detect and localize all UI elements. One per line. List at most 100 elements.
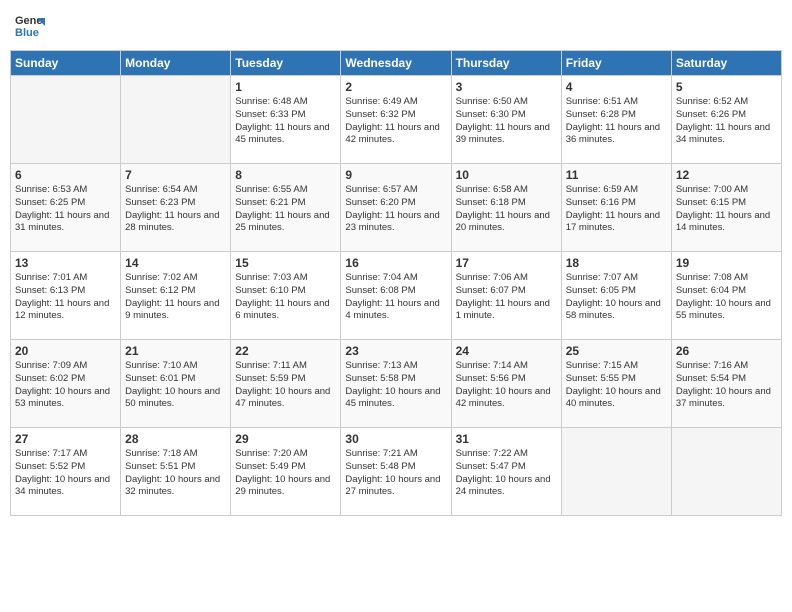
- day-cell: 25 Sunrise: 7:15 AMSunset: 5:55 PMDaylig…: [561, 340, 671, 428]
- day-number: 20: [15, 344, 116, 358]
- col-header-monday: Monday: [121, 51, 231, 76]
- day-info: Sunrise: 6:48 AMSunset: 6:33 PMDaylight:…: [235, 96, 336, 147]
- day-cell: 28 Sunrise: 7:18 AMSunset: 5:51 PMDaylig…: [121, 428, 231, 516]
- day-info: Sunrise: 6:52 AMSunset: 6:26 PMDaylight:…: [676, 96, 777, 147]
- col-header-wednesday: Wednesday: [341, 51, 451, 76]
- day-info: Sunrise: 7:13 AMSunset: 5:58 PMDaylight:…: [345, 360, 446, 411]
- day-info: Sunrise: 6:54 AMSunset: 6:23 PMDaylight:…: [125, 184, 226, 235]
- day-cell: 30 Sunrise: 7:21 AMSunset: 5:48 PMDaylig…: [341, 428, 451, 516]
- day-info: Sunrise: 7:06 AMSunset: 6:07 PMDaylight:…: [456, 272, 557, 323]
- day-cell: 15 Sunrise: 7:03 AMSunset: 6:10 PMDaylig…: [231, 252, 341, 340]
- day-cell: 1 Sunrise: 6:48 AMSunset: 6:33 PMDayligh…: [231, 76, 341, 164]
- day-cell: 16 Sunrise: 7:04 AMSunset: 6:08 PMDaylig…: [341, 252, 451, 340]
- day-cell: [561, 428, 671, 516]
- week-row-5: 27 Sunrise: 7:17 AMSunset: 5:52 PMDaylig…: [11, 428, 782, 516]
- col-header-sunday: Sunday: [11, 51, 121, 76]
- day-cell: [11, 76, 121, 164]
- day-cell: 6 Sunrise: 6:53 AMSunset: 6:25 PMDayligh…: [11, 164, 121, 252]
- logo-icon: General Blue: [15, 10, 45, 40]
- day-cell: 17 Sunrise: 7:06 AMSunset: 6:07 PMDaylig…: [451, 252, 561, 340]
- week-row-3: 13 Sunrise: 7:01 AMSunset: 6:13 PMDaylig…: [11, 252, 782, 340]
- day-number: 12: [676, 168, 777, 182]
- day-number: 26: [676, 344, 777, 358]
- day-info: Sunrise: 6:49 AMSunset: 6:32 PMDaylight:…: [345, 96, 446, 147]
- day-number: 31: [456, 432, 557, 446]
- day-cell: 24 Sunrise: 7:14 AMSunset: 5:56 PMDaylig…: [451, 340, 561, 428]
- calendar-table: SundayMondayTuesdayWednesdayThursdayFrid…: [10, 50, 782, 516]
- week-row-4: 20 Sunrise: 7:09 AMSunset: 6:02 PMDaylig…: [11, 340, 782, 428]
- col-header-saturday: Saturday: [671, 51, 781, 76]
- day-info: Sunrise: 7:03 AMSunset: 6:10 PMDaylight:…: [235, 272, 336, 323]
- day-info: Sunrise: 7:15 AMSunset: 5:55 PMDaylight:…: [566, 360, 667, 411]
- day-number: 2: [345, 80, 446, 94]
- day-cell: 27 Sunrise: 7:17 AMSunset: 5:52 PMDaylig…: [11, 428, 121, 516]
- day-cell: 10 Sunrise: 6:58 AMSunset: 6:18 PMDaylig…: [451, 164, 561, 252]
- day-cell: 14 Sunrise: 7:02 AMSunset: 6:12 PMDaylig…: [121, 252, 231, 340]
- day-cell: 2 Sunrise: 6:49 AMSunset: 6:32 PMDayligh…: [341, 76, 451, 164]
- day-cell: 12 Sunrise: 7:00 AMSunset: 6:15 PMDaylig…: [671, 164, 781, 252]
- day-number: 9: [345, 168, 446, 182]
- page-header: General Blue: [10, 10, 782, 40]
- day-number: 29: [235, 432, 336, 446]
- day-number: 11: [566, 168, 667, 182]
- day-info: Sunrise: 7:18 AMSunset: 5:51 PMDaylight:…: [125, 448, 226, 499]
- day-number: 1: [235, 80, 336, 94]
- day-cell: 9 Sunrise: 6:57 AMSunset: 6:20 PMDayligh…: [341, 164, 451, 252]
- week-row-1: 1 Sunrise: 6:48 AMSunset: 6:33 PMDayligh…: [11, 76, 782, 164]
- day-number: 30: [345, 432, 446, 446]
- day-number: 8: [235, 168, 336, 182]
- day-info: Sunrise: 6:50 AMSunset: 6:30 PMDaylight:…: [456, 96, 557, 147]
- day-info: Sunrise: 7:21 AMSunset: 5:48 PMDaylight:…: [345, 448, 446, 499]
- day-cell: 11 Sunrise: 6:59 AMSunset: 6:16 PMDaylig…: [561, 164, 671, 252]
- day-info: Sunrise: 7:04 AMSunset: 6:08 PMDaylight:…: [345, 272, 446, 323]
- day-cell: 22 Sunrise: 7:11 AMSunset: 5:59 PMDaylig…: [231, 340, 341, 428]
- day-number: 3: [456, 80, 557, 94]
- col-header-thursday: Thursday: [451, 51, 561, 76]
- logo: General Blue: [15, 10, 49, 40]
- day-info: Sunrise: 6:59 AMSunset: 6:16 PMDaylight:…: [566, 184, 667, 235]
- day-number: 19: [676, 256, 777, 270]
- day-info: Sunrise: 7:07 AMSunset: 6:05 PMDaylight:…: [566, 272, 667, 323]
- day-cell: 31 Sunrise: 7:22 AMSunset: 5:47 PMDaylig…: [451, 428, 561, 516]
- day-number: 4: [566, 80, 667, 94]
- day-cell: 18 Sunrise: 7:07 AMSunset: 6:05 PMDaylig…: [561, 252, 671, 340]
- day-number: 18: [566, 256, 667, 270]
- day-info: Sunrise: 6:53 AMSunset: 6:25 PMDaylight:…: [15, 184, 116, 235]
- day-info: Sunrise: 7:14 AMSunset: 5:56 PMDaylight:…: [456, 360, 557, 411]
- day-cell: 20 Sunrise: 7:09 AMSunset: 6:02 PMDaylig…: [11, 340, 121, 428]
- col-header-friday: Friday: [561, 51, 671, 76]
- day-cell: 23 Sunrise: 7:13 AMSunset: 5:58 PMDaylig…: [341, 340, 451, 428]
- day-number: 14: [125, 256, 226, 270]
- day-number: 5: [676, 80, 777, 94]
- day-info: Sunrise: 7:11 AMSunset: 5:59 PMDaylight:…: [235, 360, 336, 411]
- day-cell: 26 Sunrise: 7:16 AMSunset: 5:54 PMDaylig…: [671, 340, 781, 428]
- day-cell: 19 Sunrise: 7:08 AMSunset: 6:04 PMDaylig…: [671, 252, 781, 340]
- day-cell: [671, 428, 781, 516]
- day-cell: 3 Sunrise: 6:50 AMSunset: 6:30 PMDayligh…: [451, 76, 561, 164]
- day-number: 16: [345, 256, 446, 270]
- day-cell: 5 Sunrise: 6:52 AMSunset: 6:26 PMDayligh…: [671, 76, 781, 164]
- day-number: 13: [15, 256, 116, 270]
- day-number: 27: [15, 432, 116, 446]
- day-info: Sunrise: 7:10 AMSunset: 6:01 PMDaylight:…: [125, 360, 226, 411]
- day-number: 7: [125, 168, 226, 182]
- day-info: Sunrise: 7:08 AMSunset: 6:04 PMDaylight:…: [676, 272, 777, 323]
- day-number: 22: [235, 344, 336, 358]
- day-info: Sunrise: 6:57 AMSunset: 6:20 PMDaylight:…: [345, 184, 446, 235]
- header-row: SundayMondayTuesdayWednesdayThursdayFrid…: [11, 51, 782, 76]
- day-info: Sunrise: 6:55 AMSunset: 6:21 PMDaylight:…: [235, 184, 336, 235]
- day-number: 6: [15, 168, 116, 182]
- day-number: 24: [456, 344, 557, 358]
- day-number: 23: [345, 344, 446, 358]
- svg-text:Blue: Blue: [15, 27, 39, 39]
- day-info: Sunrise: 7:09 AMSunset: 6:02 PMDaylight:…: [15, 360, 116, 411]
- day-info: Sunrise: 7:01 AMSunset: 6:13 PMDaylight:…: [15, 272, 116, 323]
- day-cell: 4 Sunrise: 6:51 AMSunset: 6:28 PMDayligh…: [561, 76, 671, 164]
- day-info: Sunrise: 7:16 AMSunset: 5:54 PMDaylight:…: [676, 360, 777, 411]
- day-cell: [121, 76, 231, 164]
- day-info: Sunrise: 7:00 AMSunset: 6:15 PMDaylight:…: [676, 184, 777, 235]
- day-number: 28: [125, 432, 226, 446]
- day-number: 10: [456, 168, 557, 182]
- day-info: Sunrise: 7:20 AMSunset: 5:49 PMDaylight:…: [235, 448, 336, 499]
- day-cell: 29 Sunrise: 7:20 AMSunset: 5:49 PMDaylig…: [231, 428, 341, 516]
